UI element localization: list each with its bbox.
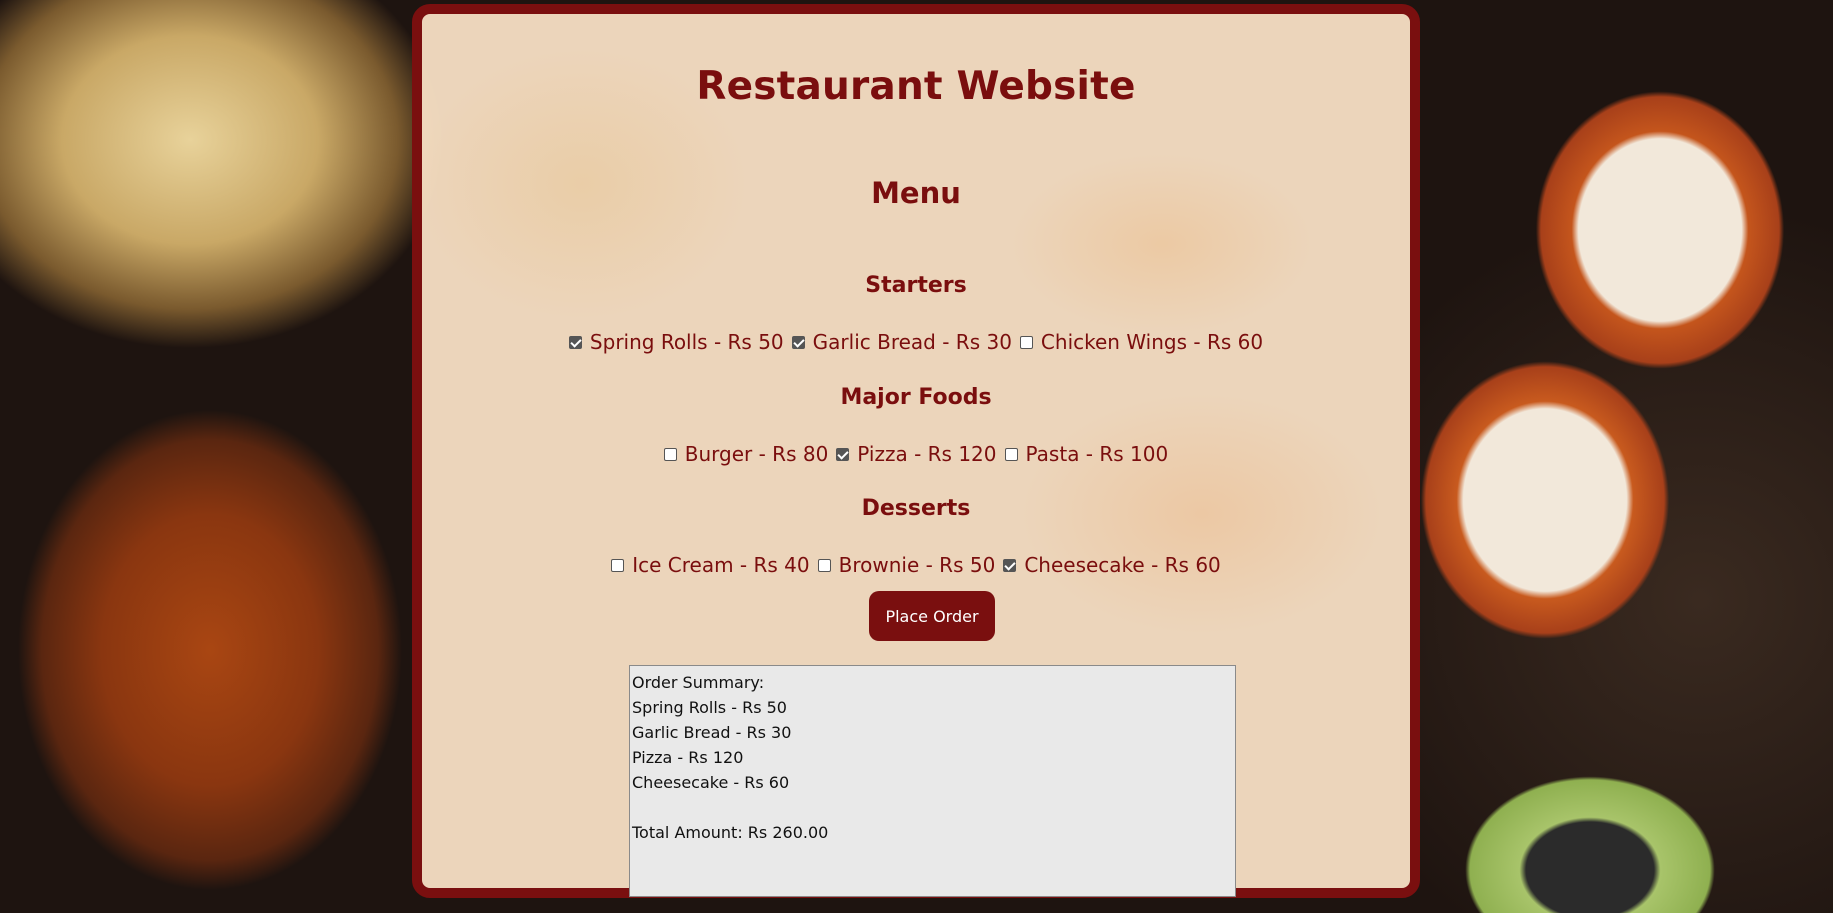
page-background: { "page": { "title": "Restaurant Website… xyxy=(0,0,1833,913)
major-foods-heading: Major Foods xyxy=(840,385,992,410)
starters-heading: Starters xyxy=(865,273,967,298)
checkbox[interactable] xyxy=(1004,447,1018,461)
checkbox[interactable] xyxy=(1019,335,1033,349)
menu-item-cheesecake[interactable]: Cheesecake - Rs 60 xyxy=(1003,553,1221,577)
menu-item-garlic-bread[interactable]: Garlic Bread - Rs 30 xyxy=(791,330,1012,354)
menu-item-chicken-wings[interactable]: Chicken Wings - Rs 60 xyxy=(1019,330,1264,354)
order-summary-textarea[interactable]: Order Summary: Spring Rolls - Rs 50 Garl… xyxy=(629,665,1236,897)
menu-item-label: Burger - Rs 80 xyxy=(684,442,829,466)
menu-item-label: Garlic Bread - Rs 30 xyxy=(812,330,1012,354)
menu-item-label: Cheesecake - Rs 60 xyxy=(1024,553,1221,577)
checkbox[interactable] xyxy=(1003,558,1017,572)
menu-heading: Menu xyxy=(871,176,961,210)
menu-item-label: Spring Rolls - Rs 50 xyxy=(589,330,784,354)
menu-item-burger[interactable]: Burger - Rs 80 xyxy=(663,442,829,466)
menu-item-spring-rolls[interactable]: Spring Rolls - Rs 50 xyxy=(568,330,784,354)
menu-item-label: Pasta - Rs 100 xyxy=(1025,442,1169,466)
checkbox[interactable] xyxy=(817,558,831,572)
desserts-heading: Desserts xyxy=(861,496,971,521)
checkbox[interactable] xyxy=(568,335,582,349)
major-foods-row: Burger - Rs 80 Pizza - Rs 120 Pasta - Rs… xyxy=(422,442,1410,466)
menu-item-label: Chicken Wings - Rs 60 xyxy=(1040,330,1264,354)
menu-item-label: Pizza - Rs 120 xyxy=(857,442,997,466)
menu-item-label: Brownie - Rs 50 xyxy=(838,553,996,577)
menu-item-ice-cream[interactable]: Ice Cream - Rs 40 xyxy=(611,553,810,577)
menu-item-pasta[interactable]: Pasta - Rs 100 xyxy=(1004,442,1169,466)
menu-item-brownie[interactable]: Brownie - Rs 50 xyxy=(817,553,996,577)
place-order-button[interactable]: Place Order xyxy=(869,591,995,641)
starters-row: Spring Rolls - Rs 50 Garlic Bread - Rs 3… xyxy=(422,330,1410,354)
checkbox[interactable] xyxy=(663,447,677,461)
checkbox[interactable] xyxy=(836,447,850,461)
page-title: Restaurant Website xyxy=(696,64,1136,109)
checkbox[interactable] xyxy=(791,335,805,349)
menu-panel: Restaurant Website Menu Starters Spring … xyxy=(412,4,1420,898)
desserts-row: Ice Cream - Rs 40 Brownie - Rs 50 Cheese… xyxy=(422,553,1410,577)
menu-item-pizza[interactable]: Pizza - Rs 120 xyxy=(836,442,997,466)
menu-item-label: Ice Cream - Rs 40 xyxy=(632,553,810,577)
checkbox[interactable] xyxy=(611,558,625,572)
